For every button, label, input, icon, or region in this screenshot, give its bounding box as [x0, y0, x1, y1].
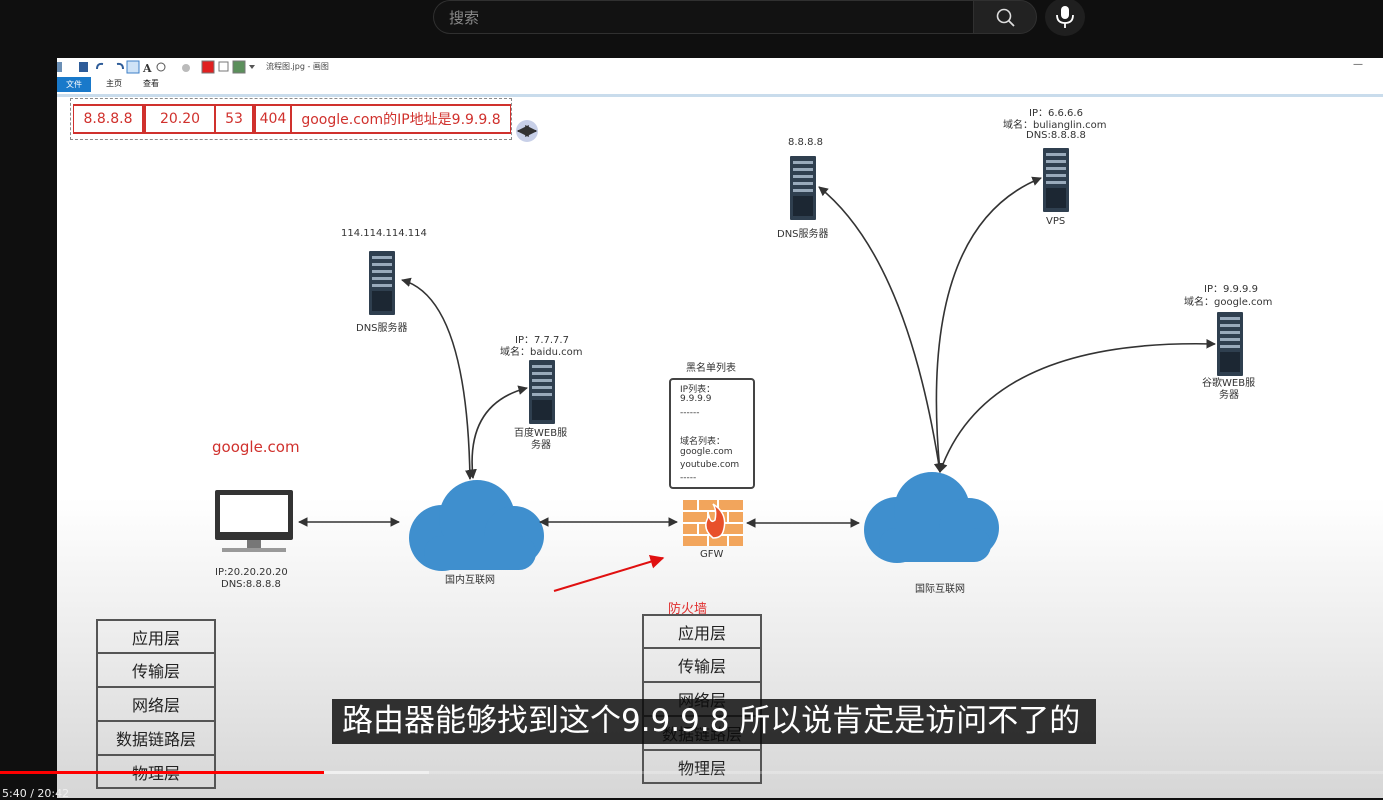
dns-intl-ip: 8.8.8.8 — [788, 137, 823, 148]
blacklist-line: 域名列表： — [680, 437, 726, 447]
red-table-cell: 53 — [215, 104, 253, 134]
osi-layer: 物理层 — [642, 750, 762, 784]
top-bar: 搜索 — [0, 0, 1383, 44]
osi-stack-left: 应用层 传输层 网络层 数据链路层 物理层 — [96, 619, 216, 789]
computer-icon — [215, 490, 293, 552]
vps-server-icon — [1043, 148, 1069, 212]
cn-internet-cloud-icon — [409, 480, 544, 571]
blacklist-line: 9.9.9.9 — [680, 394, 712, 404]
paint-window: A 流程图.jpg - 画图 — 文件 主页 查看 8.8.8.8 20.20 … — [57, 58, 1383, 798]
google-web-server-icon — [1217, 312, 1243, 376]
resize-handle-icon — [516, 120, 538, 142]
vps-dns: DNS:8.8.8.8 — [1026, 130, 1086, 141]
google-domain: 域名：google.com — [1184, 297, 1273, 308]
osi-layer: 网络层 — [96, 687, 216, 721]
blacklist-line: google.com — [680, 447, 733, 457]
blacklist-line: ------ — [680, 408, 700, 418]
intl-internet-cloud-icon — [864, 472, 999, 563]
drawing-canvas[interactable]: 8.8.8.8 20.20 53 404 google.com的IP地址是9.9… — [57, 58, 1383, 798]
blacklist-line: youtube.com — [680, 460, 740, 470]
osi-layer: 应用层 — [642, 614, 762, 648]
vps-domain: 域名：bulianglin.com — [1003, 120, 1107, 131]
intl-internet-label: 国际互联网 — [915, 584, 965, 595]
voice-search-button[interactable] — [1045, 0, 1085, 36]
search-icon — [996, 8, 1015, 27]
pc-dns: DNS:8.8.8.8 — [221, 579, 281, 590]
cn-internet-label: 国内互联网 — [445, 575, 495, 586]
baidu-domain: 域名：baidu.com — [500, 347, 583, 358]
dns-cn-ip: 114.114.114.114 — [341, 228, 427, 239]
search-placeholder: 搜索 — [449, 9, 480, 27]
google-domain-text: google.com — [212, 438, 300, 456]
osi-layer: 数据链路层 — [96, 721, 216, 755]
blacklist-line: ----- — [680, 473, 697, 483]
google-label-2: 务器 — [1219, 390, 1239, 401]
red-annotation-arrow — [553, 554, 665, 592]
red-table-cell: 8.8.8.8 — [73, 104, 143, 134]
osi-layer: 传输层 — [642, 648, 762, 682]
red-table-cell: 20.20 — [143, 104, 215, 134]
search-button[interactable] — [973, 0, 1037, 34]
dns-server-intl-icon — [790, 156, 816, 220]
dns-server-cn-icon — [369, 251, 395, 315]
baidu-label-2: 务器 — [531, 440, 551, 451]
red-table-cell: 404 — [253, 104, 291, 134]
osi-layer: 传输层 — [96, 653, 216, 687]
baidu-web-server-icon — [529, 360, 555, 424]
red-table: 8.8.8.8 20.20 53 404 google.com的IP地址是9.9… — [73, 104, 511, 134]
red-table-cell: google.com的IP地址是9.9.9.8 — [291, 104, 511, 134]
dns-intl-label: DNS服务器 — [777, 229, 829, 240]
vps-label: VPS — [1046, 216, 1066, 227]
blacklist-box: IP列表： 9.9.9.9 ------ 域名列表： google.com yo… — [669, 378, 755, 489]
time-display: 5:40 / 20:42 — [2, 787, 70, 800]
search-input[interactable]: 搜索 — [433, 0, 973, 34]
microphone-icon — [1056, 6, 1074, 28]
video-subtitle: 路由器能够找到这个9.9.9.8 所以说肯定是访问不了的 — [332, 699, 1097, 744]
progress-played[interactable] — [0, 771, 324, 774]
pc-ip: IP:20.20.20.20 — [215, 567, 288, 578]
dns-cn-label: DNS服务器 — [356, 323, 408, 334]
gfw-label: GFW — [700, 549, 724, 560]
osi-layer: 应用层 — [96, 619, 216, 653]
firewall-icon — [683, 500, 743, 546]
blacklist-title: 黑名单列表 — [686, 363, 736, 374]
